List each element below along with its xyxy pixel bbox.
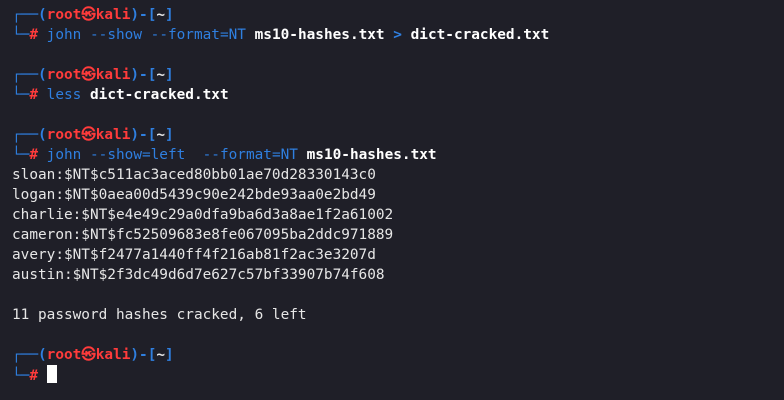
command-arg: --format=NT (150, 27, 246, 43)
output-line: austin:$NT$2f3dc49d6d7e627c57bf33907b74f… (12, 267, 385, 283)
prompt-user: root (46, 67, 82, 83)
command-name: john (46, 27, 82, 43)
prompt-frame: ┌──( (12, 67, 47, 83)
command-arg: ms10-hashes.txt (254, 27, 385, 43)
prompt-frame: ] (165, 127, 174, 143)
prompt-cwd: ~ (156, 67, 166, 83)
prompt-at-icon: ㉿ (81, 347, 96, 363)
prompt-user: root (46, 127, 82, 143)
prompt-frame: ┌──( (12, 347, 47, 363)
command-arg: --show=left (90, 147, 194, 163)
prompt-cwd: ~ (156, 347, 166, 363)
prompt-at-icon: ㉿ (81, 127, 96, 143)
prompt-user: root (46, 347, 82, 363)
prompt-host: kali (95, 127, 131, 143)
output-line: sloan:$NT$c511ac3aced80bb01ae70d28330143… (12, 167, 376, 183)
prompt-frame: )-[ (130, 7, 157, 23)
prompt-frame: ┌──( (12, 7, 47, 23)
prompt-at-icon: ㉿ (81, 7, 96, 23)
command-arg: ms10-hashes.txt (306, 147, 437, 163)
prompt-header: ┌──(root㉿kali)-[~] (12, 345, 784, 365)
prompt-header: ┌──(root㉿kali)-[~] (12, 5, 784, 25)
command-line: └─# john --show=left --format=NT ms10-ha… (12, 145, 784, 165)
text-cursor (46, 365, 57, 383)
prompt-at-icon: ㉿ (81, 67, 96, 83)
prompt-host: kali (95, 347, 131, 363)
output-line: avery:$NT$f2477a1440ff4f216ab81f2ac3e320… (12, 247, 376, 263)
prompt-user: root (46, 7, 82, 23)
prompt-hash: # (29, 27, 38, 43)
command-line: └─# less dict-cracked.txt (12, 85, 784, 105)
prompt-header: ┌──(root㉿kali)-[~] (12, 125, 784, 145)
prompt-hash: # (29, 147, 38, 163)
command-arg: dict-cracked.txt (90, 87, 229, 103)
prompt-frame: ] (165, 67, 174, 83)
prompt-cwd: ~ (156, 7, 166, 23)
prompt-cwd: ~ (156, 127, 166, 143)
prompt-frame: ] (165, 7, 174, 23)
prompt-hash: # (29, 87, 38, 103)
prompt-frame: └─ (12, 147, 30, 163)
output-line: charlie:$NT$e4e49c29a0dfa9ba6d3a8ae1f2a6… (12, 207, 394, 223)
prompt-header: ┌──(root㉿kali)-[~] (12, 65, 784, 85)
prompt-frame: )-[ (130, 127, 157, 143)
prompt-frame: └─ (12, 368, 30, 384)
input-line[interactable]: └─# (12, 365, 784, 385)
output-line: logan:$NT$0aea00d5439c90e242bde93aa0e2bd… (12, 187, 376, 203)
prompt-hash: # (29, 368, 38, 384)
prompt-frame: ] (165, 347, 174, 363)
command-arg: --show (90, 27, 142, 43)
prompt-frame: └─ (12, 87, 30, 103)
prompt-frame: )-[ (130, 67, 157, 83)
output-line: cameron:$NT$fc52509683e8fe067095ba2ddc97… (12, 227, 394, 243)
command-arg: dict-cracked.txt (410, 27, 550, 43)
command-name: john (46, 147, 82, 163)
command-arg: --format=NT (202, 147, 298, 163)
output-line: 11 password hashes cracked, 6 left (12, 307, 307, 323)
prompt-host: kali (95, 7, 131, 23)
command-arg: > (393, 27, 402, 43)
command-line: └─# john --show --format=NT ms10-hashes.… (12, 25, 784, 45)
prompt-frame: )-[ (130, 347, 157, 363)
prompt-frame: └─ (12, 27, 30, 43)
prompt-frame: ┌──( (12, 127, 47, 143)
terminal-window[interactable]: ┌──(root㉿kali)-[~] └─# john --show --form… (0, 0, 784, 400)
prompt-host: kali (95, 67, 131, 83)
command-name: less (46, 87, 82, 103)
